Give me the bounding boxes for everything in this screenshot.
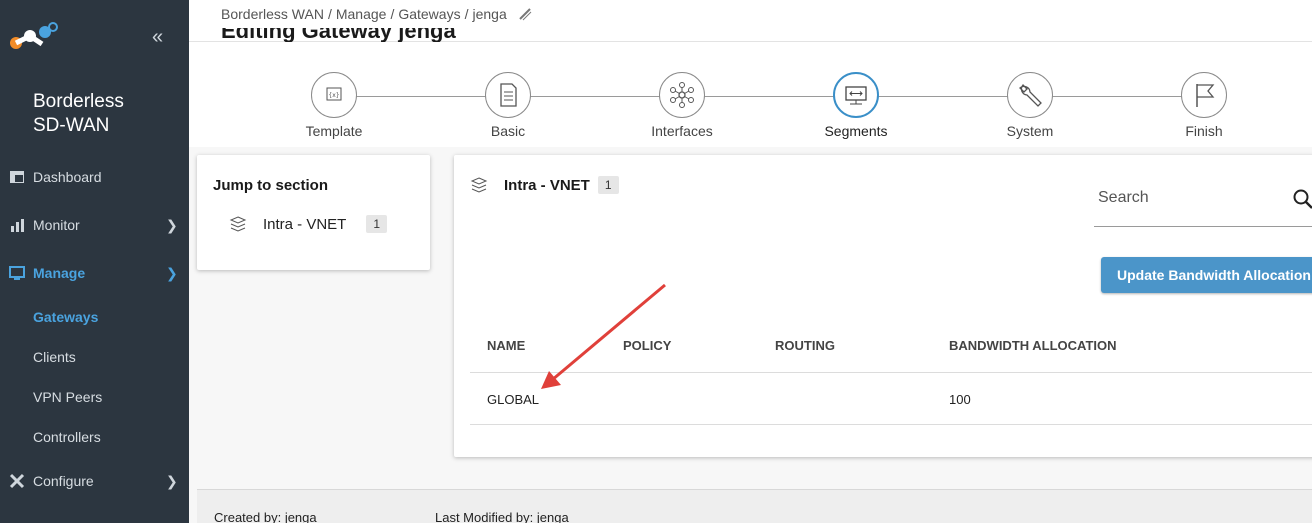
breadcrumb-item: jenga <box>472 6 507 22</box>
collapse-sidebar-icon[interactable]: « <box>152 26 163 49</box>
breadcrumb-separator: / <box>390 6 395 22</box>
nav-monitor-label: Monitor <box>33 217 80 233</box>
layers-icon <box>229 216 247 232</box>
sub-gateways[interactable]: Gateways <box>33 309 98 325</box>
breadcrumb-separator: / <box>464 6 469 22</box>
search-icon[interactable] <box>1292 188 1312 210</box>
sub-controllers[interactable]: Controllers <box>33 429 101 445</box>
sidebar: « Borderless SD-WAN Dashboard Monitor ❯ … <box>0 0 189 523</box>
count-badge: 1 <box>366 215 388 233</box>
step-label: Segments <box>824 123 888 139</box>
dashboard-icon <box>10 171 24 183</box>
nav-manage[interactable]: Manage ❯ <box>0 256 189 290</box>
breadcrumb: Borderless WAN / Manage / Gateways / jen… <box>221 6 533 22</box>
step-segments[interactable]: Segments <box>796 72 916 139</box>
sub-vpn-peers[interactable]: VPN Peers <box>33 389 102 405</box>
step-system[interactable]: System <box>970 72 1090 139</box>
chart-icon <box>11 219 24 232</box>
count-badge: 1 <box>597 176 619 194</box>
audit-footer: Created by: jenga Last Modified by: jeng… <box>197 489 1312 523</box>
nav-configure-label: Configure <box>33 473 94 489</box>
jump-title: Jump to section <box>213 177 329 194</box>
column-header-routing[interactable]: ROUTING <box>775 338 835 353</box>
step-label: Template <box>305 123 363 139</box>
template-icon: {x} <box>326 87 342 101</box>
segment-name: Intra - VNET <box>504 176 590 194</box>
segments-icon <box>845 86 867 105</box>
monitor-icon <box>9 266 25 280</box>
breadcrumb-item[interactable]: Borderless WAN <box>221 6 324 22</box>
nav-dashboard-label: Dashboard <box>33 169 102 185</box>
breadcrumb-separator: / <box>327 6 332 22</box>
flag-icon <box>1196 84 1215 107</box>
last-modified-by: Last Modified by: jenga <box>435 510 569 523</box>
page-title: Editing Gateway jenga <box>221 28 456 42</box>
step-label: Basic <box>490 123 526 139</box>
document-icon <box>500 83 517 107</box>
breadcrumb-item[interactable]: Manage <box>336 6 387 22</box>
jump-to-section-card: Jump to section Intra - VNET 1 <box>197 155 430 270</box>
brand-name: Borderless SD-WAN <box>33 91 124 136</box>
svg-text:{x}: {x} <box>328 92 339 99</box>
column-header-bandwidth[interactable]: BANDWIDTH ALLOCATION <box>949 338 1117 353</box>
cell-name[interactable]: GLOBAL <box>487 392 539 407</box>
segment-header: Intra - VNET 1 <box>470 176 619 194</box>
chevron-right-icon: ❯ <box>166 472 178 489</box>
layers-icon <box>470 177 488 193</box>
chevron-right-icon: ❯ <box>166 264 178 281</box>
search-input[interactable] <box>1098 189 1278 207</box>
chevron-right-icon: ❯ <box>166 216 178 233</box>
created-by: Created by: jenga <box>214 510 317 523</box>
update-bandwidth-allocation-button[interactable]: Update Bandwidth Allocation <box>1101 257 1312 293</box>
network-icon <box>670 82 694 108</box>
nav-dashboard[interactable]: Dashboard <box>0 160 189 194</box>
step-label: Interfaces <box>651 123 713 139</box>
step-label: System <box>1006 123 1054 139</box>
cell-bandwidth: 100 <box>949 392 971 407</box>
breadcrumb-item[interactable]: Gateways <box>398 6 460 22</box>
row-divider <box>470 424 1312 425</box>
step-template[interactable]: {x} Template <box>274 72 394 139</box>
jump-link-intra-vnet[interactable]: Intra - VNET 1 <box>229 215 388 233</box>
column-header-policy[interactable]: POLICY <box>623 338 671 353</box>
edit-pencil-icon[interactable] <box>517 6 533 22</box>
sub-clients[interactable]: Clients <box>33 349 76 365</box>
segment-card: Intra - VNET 1 Update Bandwidth Allocati… <box>454 155 1312 457</box>
nav-monitor[interactable]: Monitor ❯ <box>0 208 189 242</box>
step-finish[interactable]: Finish <box>1144 72 1264 139</box>
nav-manage-label: Manage <box>33 265 86 281</box>
step-interfaces[interactable]: Interfaces <box>622 72 742 139</box>
step-basic[interactable]: Basic <box>448 72 568 139</box>
wrench-icon <box>1019 84 1042 107</box>
column-header-name[interactable]: NAME <box>487 338 525 353</box>
search-box <box>1094 185 1312 227</box>
tools-icon <box>9 473 25 489</box>
brand-logo <box>10 22 58 49</box>
step-label: Finish <box>1185 123 1223 139</box>
jump-link-label: Intra - VNET <box>263 215 347 233</box>
nav-configure[interactable]: Configure ❯ <box>0 464 189 498</box>
header-divider <box>470 372 1312 373</box>
